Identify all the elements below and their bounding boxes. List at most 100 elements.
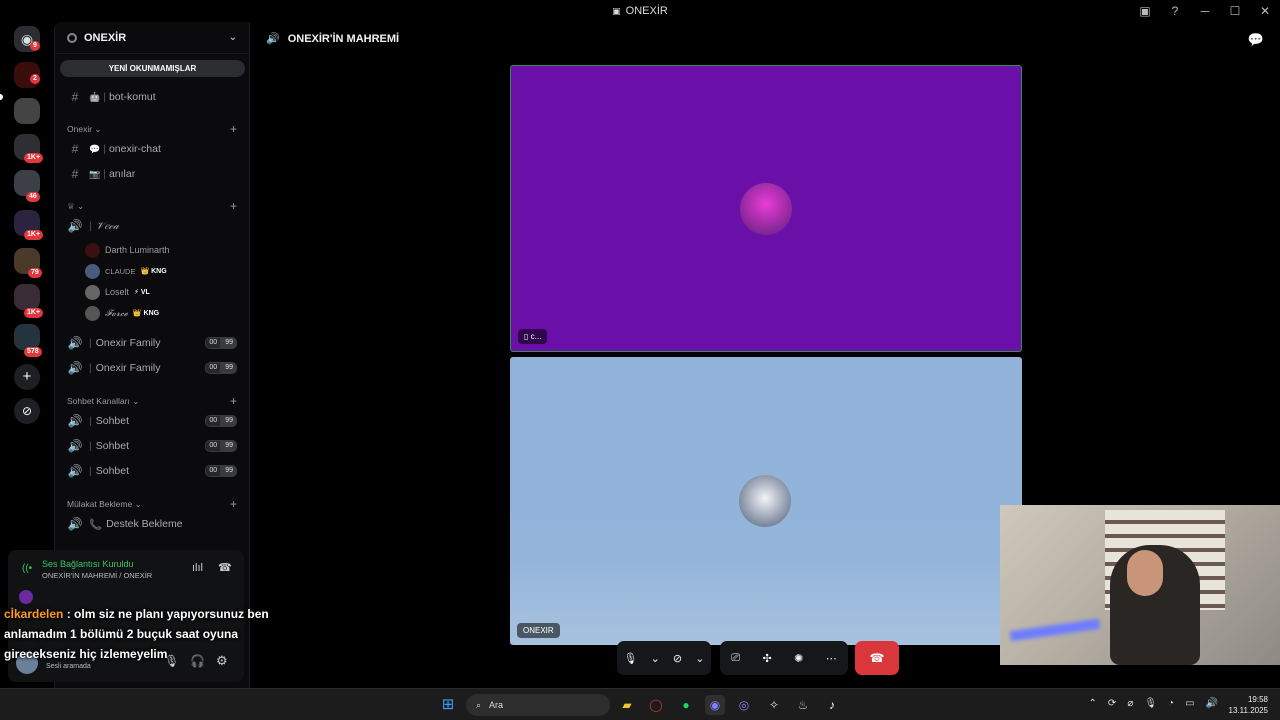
channel-onexir-chat[interactable]: # 💬 | onexir-chat bbox=[55, 138, 249, 160]
volume-icon[interactable]: 🔊 bbox=[1206, 698, 1218, 709]
badge: 9 bbox=[30, 41, 40, 51]
speaker-icon: 🔊 bbox=[67, 361, 83, 375]
channel-label: Sohbet bbox=[95, 415, 130, 427]
keyboard-light bbox=[1009, 618, 1101, 642]
spotify-icon[interactable]: ● bbox=[676, 695, 696, 715]
taskbar-search[interactable]: ⌕ Ara bbox=[466, 694, 610, 716]
microphone-icon[interactable]: 🎙 bbox=[624, 652, 638, 665]
windows-start-icon[interactable]: ⊞ bbox=[438, 695, 458, 715]
guild-header[interactable]: ONEXİR ⌄ bbox=[55, 22, 249, 54]
badge: 1K+ bbox=[24, 153, 44, 163]
more-icon[interactable]: ⋯ bbox=[826, 652, 837, 665]
microphone-icon[interactable]: 🎙 bbox=[1144, 698, 1157, 709]
category-sohbet[interactable]: Sohbet Kanalları ⌄ + bbox=[55, 393, 249, 409]
maximize-button[interactable]: ☐ bbox=[1220, 4, 1250, 18]
badge: 2 bbox=[30, 74, 40, 84]
voice-channel-family[interactable]: 🔊 | Onexir Family 00 99 bbox=[55, 332, 249, 354]
display-icon[interactable]: ▭ bbox=[1185, 698, 1194, 709]
voice-channel-destek[interactable]: 🔊 📞 Destek Bekleme bbox=[55, 513, 249, 535]
chat-nick: cİkardelen bbox=[4, 607, 64, 621]
user-count: 00 99 bbox=[205, 440, 237, 452]
channel-title: ONEXİR'İN MAHREMİ bbox=[287, 32, 400, 45]
add-channel-icon[interactable]: + bbox=[230, 497, 237, 511]
opera-icon[interactable]: ◯ bbox=[646, 695, 666, 715]
chevron-down-icon[interactable]: ⌄ bbox=[695, 652, 704, 665]
steam-icon[interactable]: ♨ bbox=[793, 695, 813, 715]
channel-label: Sohbet bbox=[95, 440, 130, 452]
voice-member[interactable]: Loselt ⚡ VL bbox=[85, 283, 150, 301]
participant-name-label: ▯ c... bbox=[518, 329, 548, 344]
channel-label: Onexir Family bbox=[95, 337, 161, 349]
app-icon[interactable]: ◎ bbox=[734, 695, 754, 715]
chat-bubble-icon[interactable]: 💬 bbox=[1248, 32, 1264, 48]
voice-member[interactable]: Darth Luminarth bbox=[85, 241, 170, 259]
channel-bot-komut[interactable]: # 🤖 | bot-komut bbox=[55, 86, 249, 108]
chevron-down-icon: ⌄ bbox=[134, 498, 142, 509]
server-item[interactable] bbox=[14, 98, 40, 124]
server-folder[interactable] bbox=[14, 284, 40, 310]
new-unreads-pill[interactable]: YENİ OKUNMAMIŞLAR bbox=[60, 60, 245, 77]
screen-share-icon[interactable]: ⎚ bbox=[731, 652, 740, 665]
app-icon[interactable]: ✧ bbox=[764, 695, 784, 715]
disconnect-button[interactable]: ☎ bbox=[855, 641, 899, 675]
close-button[interactable]: ✕ bbox=[1250, 4, 1280, 18]
chevron-down-icon: ⌄ bbox=[132, 395, 140, 406]
user-count: 00 99 bbox=[205, 465, 237, 477]
add-server-button[interactable]: + bbox=[14, 364, 40, 390]
disconnect-icon[interactable]: ☎ bbox=[218, 561, 232, 574]
soundboard-icon[interactable]: ✺ bbox=[794, 652, 803, 665]
voice-channel-sohbet[interactable]: 🔊 | Sohbet 00 99 bbox=[55, 410, 249, 432]
file-explorer-icon[interactable]: ▰ bbox=[617, 695, 637, 715]
category-mulakat[interactable]: Mülakat Bekleme ⌄ + bbox=[55, 496, 249, 512]
member-tag: 👑 KNG bbox=[140, 268, 167, 275]
text-channel-icon: # bbox=[71, 90, 79, 104]
sync-icon[interactable]: ⟳ bbox=[1108, 698, 1116, 709]
noise-suppression-icon[interactable]: ılıl bbox=[192, 562, 203, 574]
window-title: ONEXİR bbox=[625, 5, 668, 17]
voice-channel-family[interactable]: 🔊 | Onexir Family 00 99 bbox=[55, 357, 249, 379]
badge: 46 bbox=[26, 192, 40, 202]
discord-icon[interactable]: ◉ bbox=[705, 695, 725, 715]
activities-icon[interactable]: ✣ bbox=[762, 652, 771, 665]
wifi-icon[interactable]: ◔ bbox=[1168, 698, 1174, 709]
activity-icon[interactable] bbox=[19, 590, 33, 604]
add-channel-icon[interactable]: + bbox=[230, 199, 237, 213]
discover-button[interactable]: ⊘ bbox=[14, 398, 40, 424]
minimize-button[interactable]: ─ bbox=[1190, 4, 1220, 18]
hang-up-icon: ☎ bbox=[869, 651, 885, 665]
voice-location[interactable]: ONEXİR'İN MAHREMİ / ONEXİR bbox=[42, 571, 152, 580]
participant-tile[interactable]: ONEXIR bbox=[510, 357, 1022, 645]
guild-icon bbox=[67, 32, 77, 43]
add-channel-icon[interactable]: + bbox=[230, 394, 237, 408]
channel-emoji: 💬 bbox=[89, 143, 101, 154]
streamer-webcam bbox=[1000, 505, 1280, 665]
add-channel-icon[interactable]: + bbox=[230, 122, 237, 136]
tiktok-icon[interactable]: ♪ bbox=[822, 695, 842, 715]
voice-channel-veca[interactable]: 🔊 | 𝒱𝑒𝒸𝒶 bbox=[55, 215, 249, 237]
channel-emoji: 📷 bbox=[89, 168, 101, 179]
voice-channel-sohbet[interactable]: 🔊 | Sohbet 00 99 bbox=[55, 435, 249, 457]
channel-label: anılar bbox=[108, 168, 136, 180]
voice-member[interactable]: 𝓕𝓸𝓻𝓬𝓮 👑 KNG bbox=[85, 304, 159, 322]
speaker-icon: 🔊 bbox=[67, 464, 83, 478]
participant-tile[interactable]: ▯ c... bbox=[510, 65, 1022, 352]
clock[interactable]: 19:58 13.11.2025 bbox=[1229, 694, 1268, 716]
channel-anilar[interactable]: # 📷 | anılar bbox=[55, 163, 249, 185]
clock-date: 13.11.2025 bbox=[1228, 706, 1268, 715]
inbox-icon[interactable]: ▣ bbox=[1130, 4, 1160, 18]
user-count: 00 99 bbox=[205, 337, 237, 349]
mic-control[interactable]: 🎙 ⌄ ⊘ ⌄ bbox=[617, 641, 711, 675]
category-crown[interactable]: ♕ ⌄ + bbox=[55, 198, 249, 214]
category-onexir[interactable]: Onexir ⌄ + bbox=[55, 121, 249, 137]
category-label: Onexir bbox=[67, 124, 93, 134]
voice-member[interactable]: CLAUDE 👑 KNG bbox=[85, 262, 167, 280]
chevron-up-icon[interactable]: ⌃ bbox=[1089, 698, 1097, 709]
help-icon[interactable]: ? bbox=[1160, 4, 1190, 18]
network-off-icon[interactable]: ⌀ bbox=[1127, 698, 1133, 709]
chevron-down-icon: ⌄ bbox=[228, 32, 237, 43]
text-channel-icon: # bbox=[71, 167, 79, 181]
chevron-down-icon[interactable]: ⌄ bbox=[651, 652, 660, 665]
voice-channel-sohbet[interactable]: 🔊 | Sohbet 00 99 bbox=[55, 460, 249, 482]
camera-off-icon[interactable]: ⊘ bbox=[673, 652, 682, 665]
member-tag: 👑 KNG bbox=[132, 310, 160, 317]
